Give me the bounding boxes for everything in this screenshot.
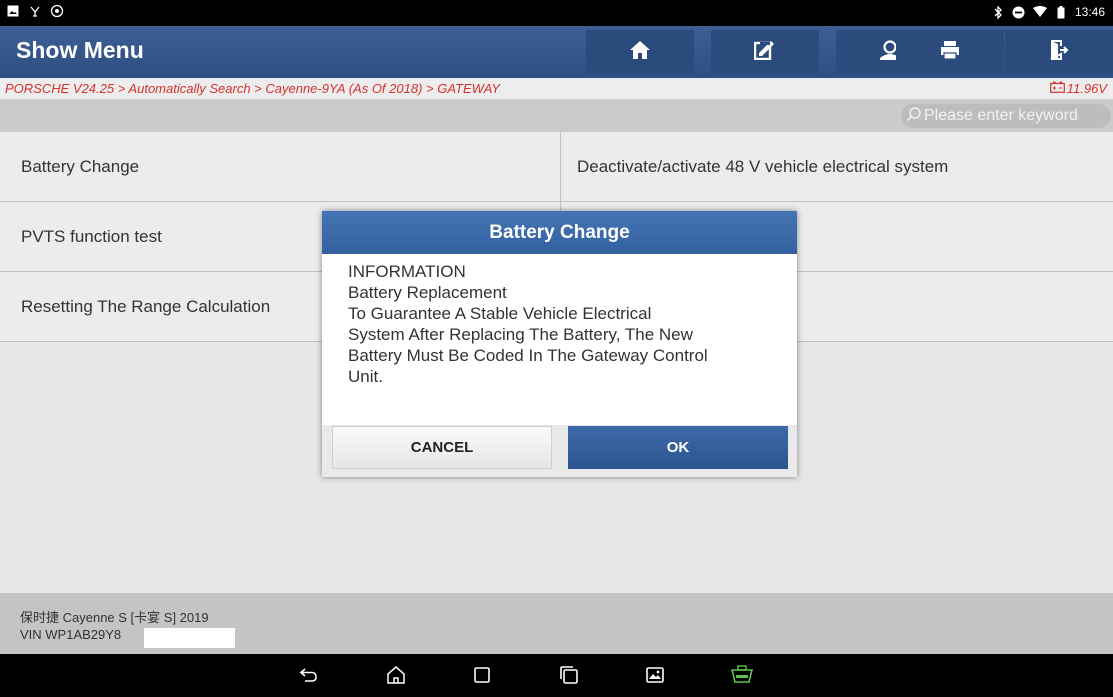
app-screen: 13:46 Show Menu PORSCHE V24.25 > Automat…	[0, 0, 1113, 697]
battery-change-dialog: Battery Change INFORMATION Battery Repla…	[322, 211, 797, 477]
dialog-line: To Guarantee A Stable Vehicle Electrical	[348, 304, 652, 323]
dialog-message: INFORMATION Battery Replacement To Guara…	[322, 254, 797, 425]
ok-button[interactable]: OK	[568, 426, 788, 469]
dialog-line: Battery Must Be Coded In The Gateway Con…	[348, 346, 708, 365]
dialog-title: Battery Change	[322, 211, 797, 254]
dialog-line: INFORMATION	[348, 262, 466, 281]
dialog-line: Unit.	[348, 367, 383, 386]
dialog-line: System After Replacing The Battery, The …	[348, 325, 693, 344]
cancel-button[interactable]: CANCEL	[332, 426, 552, 469]
dialog-line: Battery Replacement	[348, 283, 507, 302]
dialog-overlay: Battery Change INFORMATION Battery Repla…	[0, 0, 1113, 697]
